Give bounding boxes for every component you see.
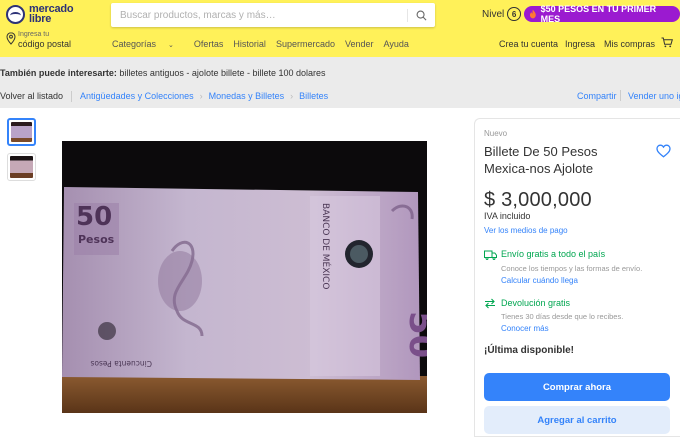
breadcrumb-divider bbox=[71, 91, 73, 102]
breadcrumb-antiques[interactable]: Antigüedades y Colecciones bbox=[80, 91, 194, 102]
search-input[interactable] bbox=[111, 3, 407, 27]
location-selector[interactable]: Ingresa tu código postal bbox=[6, 31, 96, 51]
chevron-right-icon: › bbox=[290, 91, 294, 101]
share-divider bbox=[620, 90, 621, 101]
search-bar bbox=[111, 3, 435, 27]
nav-categories[interactable]: Categorías ⌄ bbox=[112, 39, 184, 49]
chevron-down-icon: ⌄ bbox=[168, 42, 174, 49]
suggestions-links[interactable]: billetes antiguos - ajolote billete - bi… bbox=[119, 68, 325, 78]
search-icon bbox=[416, 10, 426, 20]
logo-text: mercado libre bbox=[29, 4, 74, 25]
breadcrumb-bills[interactable]: Billetes bbox=[299, 91, 328, 102]
location-label: código postal bbox=[18, 39, 72, 49]
share-link[interactable]: Compartir bbox=[577, 91, 617, 101]
breadcrumb-coins-bills[interactable]: Monedas y Billetes bbox=[209, 91, 285, 102]
banknote-issuer: BANCO DE MÉXICO bbox=[320, 203, 332, 289]
logo-line-2: libre bbox=[29, 13, 52, 25]
level-label: Nivel bbox=[482, 8, 505, 20]
back-to-listing-link[interactable]: Volver al listado bbox=[0, 91, 63, 102]
free-return-title: Devolución gratis bbox=[501, 298, 571, 308]
product-image[interactable]: 50 Pesos BANCO DE MÉXICO 50 Cincuenta Pe… bbox=[62, 141, 427, 413]
handshake-logo-icon bbox=[6, 5, 25, 24]
nav-offers[interactable]: Ofertas bbox=[194, 39, 224, 49]
suggestions-label: También puede interesarte: bbox=[0, 68, 117, 78]
location-hint: Ingresa tu bbox=[18, 31, 50, 38]
free-shipping-subtitle: Conoce los tiempos y las formas de envío… bbox=[501, 264, 643, 273]
product-price: $ 3,000,000 bbox=[484, 189, 592, 211]
item-condition: Nuevo bbox=[484, 129, 508, 138]
breadcrumb: Volver al listado Antigüedades y Colecci… bbox=[0, 91, 328, 102]
learn-more-link[interactable]: Conocer más bbox=[501, 324, 549, 333]
tax-note: IVA incluido bbox=[484, 211, 531, 221]
cart-icon[interactable] bbox=[661, 37, 673, 48]
search-button[interactable] bbox=[407, 3, 435, 27]
add-to-cart-button[interactable]: Agregar al carrito bbox=[484, 406, 670, 434]
gallery-thumbnail-1[interactable] bbox=[7, 118, 36, 146]
buy-box: Nuevo Billete De 50 Pesos Mexica-nos Ajo… bbox=[474, 118, 680, 437]
promo-pill[interactable]: $50 PESOS EN TU PRIMER MES bbox=[523, 4, 680, 24]
gallery-thumbnail-2[interactable] bbox=[7, 153, 36, 181]
sell-same-link[interactable]: Vender uno igual bbox=[628, 91, 680, 101]
buy-now-button[interactable]: Comprar ahora bbox=[484, 373, 670, 401]
thumbnail-image bbox=[11, 122, 32, 142]
main-nav: Categorías ⌄ Ofertas Historial Supermerca… bbox=[112, 39, 419, 49]
banknote-currency: Pesos bbox=[78, 233, 115, 246]
banknote-words: Cincuenta Pesos bbox=[90, 359, 152, 368]
calculate-delivery-link[interactable]: Calcular cuándo llega bbox=[501, 276, 578, 285]
heart-icon[interactable] bbox=[656, 144, 671, 158]
nav-supermarket[interactable]: Supermercado bbox=[276, 39, 335, 49]
product-title: Billete De 50 Pesos Mexica-nos Ajolote bbox=[484, 144, 598, 176]
promo-text: $50 PESOS EN TU PRIMER MES bbox=[540, 4, 657, 24]
free-shipping-title: Envío gratis a todo el país bbox=[501, 249, 606, 259]
banknote-value-large: 50 bbox=[401, 311, 427, 358]
login-link[interactable]: Ingresa bbox=[565, 39, 595, 49]
suggestions: También puede interesarte: billetes anti… bbox=[0, 68, 326, 78]
stock-status: ¡Última disponible! bbox=[484, 345, 574, 356]
header: mercado libre Nivel 6 $50 PESOS EN TU PR… bbox=[0, 0, 680, 57]
truck-icon bbox=[484, 250, 497, 260]
create-account-link[interactable]: Crea tu cuenta bbox=[499, 39, 558, 49]
thumbnail-image bbox=[10, 156, 33, 178]
my-purchases-link[interactable]: Mis compras bbox=[604, 39, 655, 49]
nav-history[interactable]: Historial bbox=[233, 39, 266, 49]
level-promo[interactable]: Nivel 6 $50 PESOS EN TU PRIMER MES bbox=[482, 4, 680, 24]
flame-icon bbox=[529, 9, 536, 19]
free-return-subtitle: Tienes 30 días desde que lo recibes. bbox=[501, 312, 624, 321]
nav-sell[interactable]: Vender bbox=[345, 39, 374, 49]
mercadolibre-logo[interactable]: mercado libre bbox=[6, 3, 86, 29]
nav-categories-label: Categorías bbox=[112, 39, 157, 49]
banknote-photo: 50 Pesos BANCO DE MÉXICO 50 Cincuenta Pe… bbox=[62, 141, 427, 413]
banknote-value: 50 bbox=[76, 202, 112, 232]
chevron-right-icon: › bbox=[199, 91, 203, 101]
nav-help[interactable]: Ayuda bbox=[384, 39, 409, 49]
payment-methods-link[interactable]: Ver los medios de pago bbox=[484, 226, 568, 235]
return-arrows-icon bbox=[485, 298, 495, 309]
level-badge: 6 bbox=[507, 7, 521, 21]
location-pin-icon bbox=[6, 32, 16, 45]
